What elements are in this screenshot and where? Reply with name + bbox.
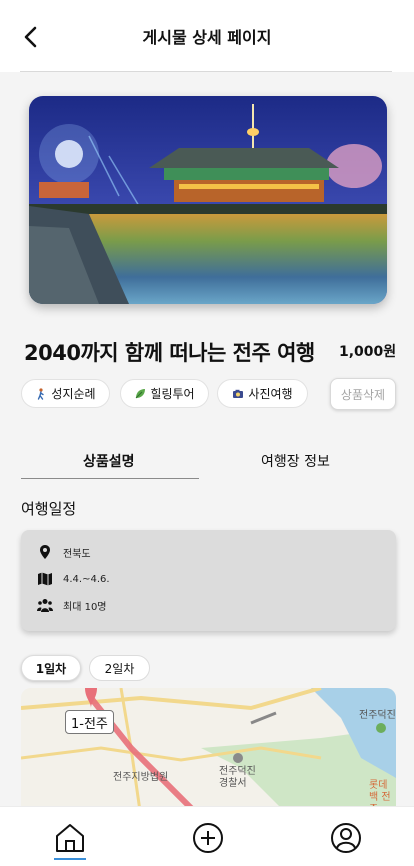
tag-label: 성지순례 xyxy=(51,387,96,401)
tag-label: 사진여행 xyxy=(248,387,293,401)
active-nav-indicator xyxy=(54,858,86,860)
post-title: 2040까지 함께 떠나는 전주 여행 xyxy=(24,341,315,365)
home-icon[interactable] xyxy=(53,821,87,855)
delete-product-button[interactable]: 상품삭제 xyxy=(330,378,396,410)
capacity-row: 최대 10명 xyxy=(37,597,107,613)
tag-pilgrimage[interactable]: 성지순례 xyxy=(21,379,110,408)
hero-image xyxy=(29,96,387,304)
tab-product-description[interactable]: 상품설명 xyxy=(83,451,135,471)
route-map[interactable]: 1-전주 전주지방법원 전주덕진 경찰서 전주덕진 롯데백 전주 xyxy=(21,688,396,818)
location-pin-icon xyxy=(40,545,50,559)
bottom-navigation xyxy=(0,806,414,866)
itinerary-title: 여행일정 xyxy=(21,500,77,518)
tag-label: 힐링투어 xyxy=(150,387,195,401)
tab-guide-info[interactable]: 여행장 정보 xyxy=(261,451,330,471)
leaf-icon xyxy=(136,388,146,398)
profile-icon[interactable] xyxy=(329,821,363,855)
camera-icon xyxy=(233,389,244,398)
walking-person-icon xyxy=(38,387,45,400)
day-1-button[interactable]: 1일차 xyxy=(21,655,81,681)
map-place-label: 전주덕진 경찰서 xyxy=(219,766,256,789)
route-marker-label[interactable]: 1-전주 xyxy=(65,710,114,734)
add-post-icon[interactable] xyxy=(191,821,225,855)
tag-healing[interactable]: 힐링투어 xyxy=(120,379,209,408)
dates-row: 4.4.~4.6. xyxy=(37,571,110,587)
header: 게시물 상세 페이지 xyxy=(0,0,414,72)
dates-text: 4.4.~4.6. xyxy=(63,573,110,585)
page-title: 게시물 상세 페이지 xyxy=(142,28,272,47)
header-divider xyxy=(20,71,392,72)
tag-photo[interactable]: 사진여행 xyxy=(217,379,308,408)
capacity-text: 최대 10명 xyxy=(63,601,107,613)
price: 1,000원 xyxy=(339,344,397,360)
group-users-icon xyxy=(37,599,53,612)
day-2-button[interactable]: 2일차 xyxy=(89,655,150,681)
map-icon xyxy=(38,572,52,586)
map-place-label: 전주지방법원 xyxy=(113,772,169,783)
location-row: 전북도 xyxy=(37,544,91,560)
itinerary-card: 전북도 4.4.~4.6. 최대 10명 xyxy=(21,530,396,631)
active-tab-indicator xyxy=(21,478,199,479)
location-text: 전북도 xyxy=(63,548,91,560)
map-place-label: 전주덕진 xyxy=(359,710,396,721)
